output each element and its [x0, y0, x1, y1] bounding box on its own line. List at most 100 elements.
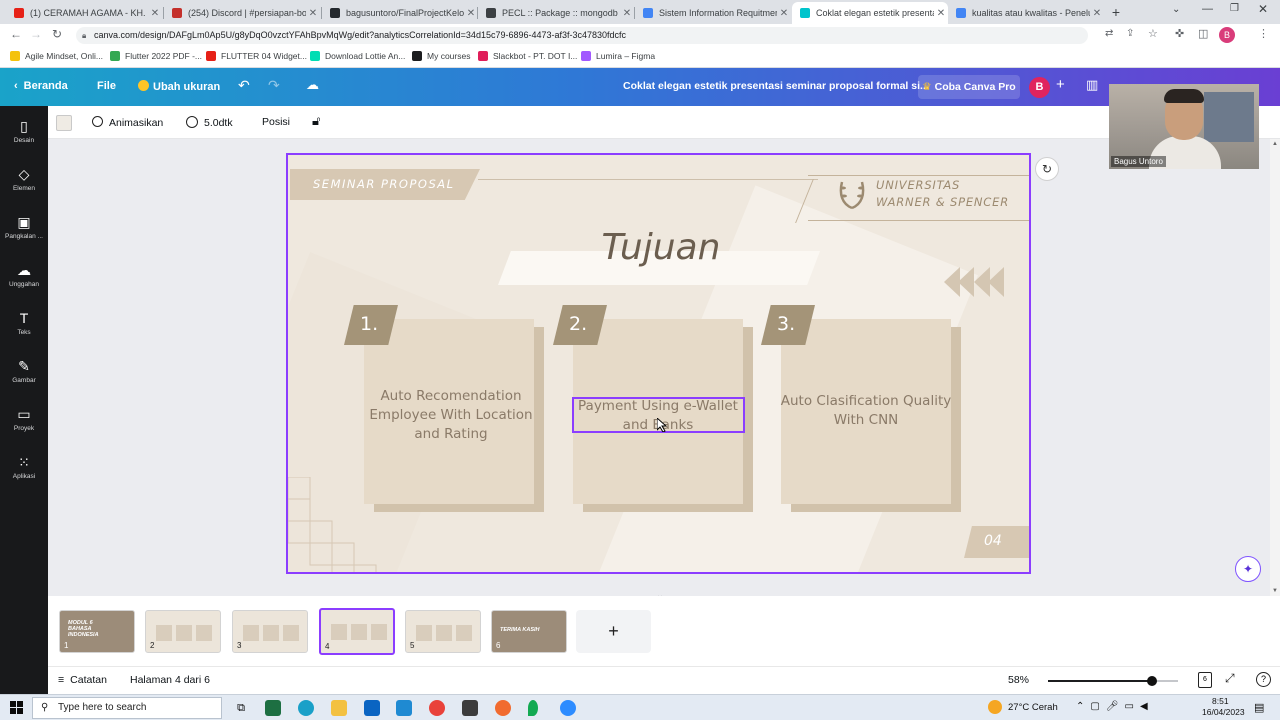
undo-icon[interactable]: ↶: [238, 77, 250, 94]
zoom-value[interactable]: 58%: [1008, 674, 1029, 686]
browser-tab[interactable]: (1) CERAMAH AGAMA - KH. MA✕: [6, 2, 162, 24]
mongodb-icon[interactable]: [528, 700, 538, 716]
tab-close-icon[interactable]: ✕: [464, 8, 478, 19]
back-home-button[interactable]: ‹ Beranda: [14, 80, 68, 92]
card-text[interactable]: Auto Clasification Quality With CNN: [779, 392, 953, 430]
add-page-button[interactable]: +: [576, 610, 651, 653]
url-field[interactable]: 🔒︎ canva.com/design/DAFgLm0Ap5U/g8yDqO0v…: [76, 27, 1088, 44]
taskbar-search[interactable]: ⚲ Type here to search: [32, 697, 222, 719]
sidebar-item[interactable]: T Teks: [0, 310, 48, 336]
edge-icon[interactable]: [298, 700, 314, 716]
slide-title[interactable]: Tujuan: [588, 227, 734, 268]
sidepanel-icon[interactable]: ◫: [1198, 27, 1208, 40]
zoom-slider-knob[interactable]: [1147, 676, 1158, 686]
bookmark-item[interactable]: Download Lottie An...: [310, 51, 405, 61]
browser-tab[interactable]: bagusuntoro/FinalProjectKelom ✕: [322, 2, 478, 24]
cloud-saved-icon[interactable]: ☁: [306, 77, 319, 93]
bookmark-item[interactable]: Slackbot - PT. DOT I...: [478, 51, 577, 61]
maximize-button[interactable]: ❐: [1230, 3, 1239, 14]
help-icon[interactable]: ?: [1256, 672, 1271, 687]
browser-tab[interactable]: kualitas atau kwalitas - Penelusu ✕: [948, 2, 1104, 24]
page-thumbnail[interactable]: 2: [145, 610, 221, 653]
clock-time[interactable]: 8:51: [1212, 696, 1229, 706]
zoom-app-icon[interactable]: [560, 700, 576, 716]
resize-button[interactable]: Ubah ukuran: [138, 80, 220, 93]
lock-toggle-icon[interactable]: 🔓︎: [312, 113, 320, 129]
sidebar-item[interactable]: ▯ Desain: [0, 118, 48, 144]
tab-search-icon[interactable]: ⌄: [1172, 4, 1180, 15]
close-window-button[interactable]: ✕: [1258, 2, 1268, 16]
tab-close-icon[interactable]: ✕: [148, 8, 162, 19]
tab-close-icon[interactable]: ✕: [620, 8, 634, 19]
bookmark-item[interactable]: Flutter 2022 PDF -...: [110, 51, 202, 61]
sidebar-item[interactable]: ⁙ Aplikasi: [0, 454, 48, 480]
sidebar-item[interactable]: ☁ Unggahan: [0, 262, 48, 288]
sidebar-item[interactable]: ▭ Proyek: [0, 406, 48, 432]
browser-tab[interactable]: Coklat elegan estetik presentasi ✕: [792, 2, 948, 24]
vscode-icon[interactable]: [396, 700, 412, 716]
animate-button[interactable]: Animasikan: [92, 116, 163, 129]
sidebar-item[interactable]: ✎ Gambar: [0, 358, 48, 384]
try-pro-button[interactable]: ♛ Coba Canva Pro: [918, 75, 1020, 99]
minimize-button[interactable]: —: [1202, 3, 1213, 15]
position-button[interactable]: Posisi: [262, 116, 290, 128]
extensions-icon[interactable]: ✜: [1175, 27, 1184, 40]
back-icon[interactable]: ←: [10, 27, 22, 41]
page-thumbnail[interactable]: 4: [319, 608, 395, 655]
task-view-icon[interactable]: ⧉: [233, 700, 249, 716]
user-avatar[interactable]: B: [1029, 77, 1050, 98]
clock-date[interactable]: 16/04/2023: [1202, 707, 1245, 717]
page-thumbnail[interactable]: 3: [232, 610, 308, 653]
reload-icon[interactable]: ↻: [52, 27, 62, 41]
redo-icon[interactable]: ↷: [268, 77, 280, 94]
tab-close-icon[interactable]: ✕: [934, 8, 948, 19]
menu-kebab-icon[interactable]: ⋮: [1258, 27, 1269, 40]
tab-close-icon[interactable]: ✕: [306, 8, 320, 19]
browser-tab[interactable]: (254) Discord | #persiapan-boot ✕: [164, 2, 320, 24]
tab-close-icon[interactable]: ✕: [777, 8, 791, 19]
slide-canvas[interactable]: SEMINAR PROPOSAL UNIVERSITAS WARNER & SP…: [286, 153, 1031, 574]
forward-icon[interactable]: →: [30, 27, 42, 41]
bookmark-item[interactable]: Lumira – Figma: [581, 51, 655, 61]
background-color-swatch[interactable]: [56, 115, 72, 131]
weather-text[interactable]: 27°C Cerah: [1008, 702, 1058, 713]
tray-icons[interactable]: ⌃▢🎤︎▭◀︎: [1076, 701, 1154, 712]
page-thumbnail[interactable]: TERIMA KASIH 6: [491, 610, 567, 653]
browser-tab[interactable]: Sistem Information Requitment ✕: [635, 2, 791, 24]
sidebar-item[interactable]: ▣ Pangkalan ...: [0, 214, 48, 240]
design-title[interactable]: Coklat elegan estetik presentasi seminar…: [623, 80, 929, 92]
file-explorer-icon[interactable]: [331, 700, 347, 716]
refresh-design-button[interactable]: ↻: [1035, 157, 1059, 181]
bookmark-item[interactable]: FLUTTER 04 Widget...: [206, 51, 307, 61]
sublime-icon[interactable]: [462, 700, 478, 716]
page-grid-button[interactable]: 6: [1198, 672, 1212, 688]
magic-assistant-button[interactable]: ✦: [1235, 556, 1261, 582]
profile-avatar[interactable]: B: [1219, 27, 1235, 43]
zoom-slider-track[interactable]: [1048, 676, 1178, 686]
bookmark-star-icon[interactable]: ☆: [1148, 27, 1158, 40]
chrome-icon[interactable]: [429, 700, 445, 716]
page-thumbnail[interactable]: MODUL 6 BAHASA INDONESIA 1: [59, 610, 135, 653]
workspace-scrollbar[interactable]: ▲ ▼: [1270, 139, 1280, 596]
card-text[interactable]: Auto Recomendation Employee With Locatio…: [362, 387, 540, 444]
browser-tab[interactable]: PECL :: Package :: mongodb ✕: [478, 2, 634, 24]
sidebar-item[interactable]: ◇ Elemen: [0, 166, 48, 192]
translate-icon[interactable]: ⇄: [1105, 28, 1113, 39]
file-menu[interactable]: File: [97, 80, 116, 92]
notes-button[interactable]: ≡ Catatan: [58, 674, 107, 686]
add-collaborator-icon[interactable]: +: [1056, 76, 1065, 93]
bookmark-item[interactable]: My courses: [412, 51, 470, 61]
duration-button[interactable]: 5.0dtk: [186, 116, 233, 129]
mail-icon[interactable]: [364, 700, 380, 716]
page-thumbnail[interactable]: 5: [405, 610, 481, 653]
insights-chart-icon[interactable]: ▥: [1086, 77, 1098, 93]
postman-icon[interactable]: [495, 700, 511, 716]
notification-icon[interactable]: ▤: [1254, 701, 1264, 714]
fullscreen-icon[interactable]: ⤢: [1225, 671, 1235, 686]
windows-start-icon[interactable]: [10, 701, 23, 714]
bookmark-item[interactable]: Agile Mindset, Onli...: [10, 51, 103, 61]
tab-close-icon[interactable]: ✕: [1090, 8, 1104, 19]
share-icon[interactable]: ⇪: [1126, 28, 1134, 39]
excel-icon[interactable]: [265, 700, 281, 716]
new-tab-button[interactable]: +: [1108, 4, 1124, 20]
